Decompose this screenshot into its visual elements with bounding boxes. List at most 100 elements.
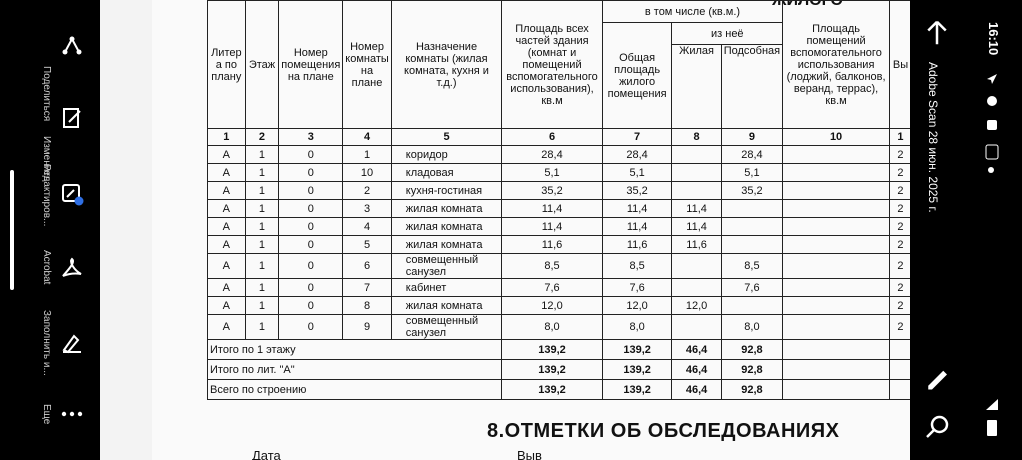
table-cell: 11,4	[671, 199, 722, 218]
table-cell: 2	[888, 296, 910, 315]
table-cell: А	[207, 145, 246, 164]
table-cell: 7,6	[720, 278, 784, 297]
header-purpose: Назначение комнаты (жилая комната, кухня…	[390, 0, 503, 129]
total-cell: 139,2	[601, 379, 673, 400]
bottom-conclusion-fragment: Выв	[517, 448, 542, 460]
table-cell: А	[207, 163, 246, 182]
table-cell	[782, 296, 890, 315]
col-num: 3	[278, 128, 344, 146]
table-cell: 2	[888, 314, 910, 340]
table-cell	[671, 163, 722, 182]
table-cell	[720, 235, 784, 254]
table-cell: 4	[342, 217, 392, 236]
wifi-icon	[986, 399, 998, 410]
back-arrow-icon[interactable]	[922, 18, 952, 48]
table-cell: А	[207, 253, 246, 279]
status-bar: 16:10	[975, 0, 1022, 460]
table-cell: 5,1	[601, 163, 673, 182]
total-cell	[888, 339, 910, 360]
table-cell: кабинет	[390, 278, 503, 297]
total-cell	[782, 339, 890, 360]
table-row: А 1 0 2 кухня-гостиная 35,2 35,2 35,2 2	[207, 181, 910, 200]
table-cell: А	[207, 199, 246, 218]
table-cell: 11,6	[671, 235, 722, 254]
total-cell	[888, 379, 910, 400]
header-extra: Вы	[888, 0, 910, 129]
table-cell: А	[207, 278, 246, 297]
total-cell	[782, 359, 890, 380]
table-cell	[782, 253, 890, 279]
table-cell	[782, 314, 890, 340]
table-cell: 1	[244, 235, 280, 254]
total-cell	[888, 359, 910, 380]
table-cell	[782, 278, 890, 297]
table-cell: 12,0	[601, 296, 673, 315]
table-cell: 8,5	[501, 253, 603, 279]
table-cell: 0	[278, 278, 344, 297]
table-cell: 2	[888, 278, 910, 297]
header-aux-rooms: Площадь помещений вспомогательного испол…	[782, 0, 890, 129]
table-cell: 28,4	[720, 145, 784, 164]
table-cell: 2	[888, 199, 910, 218]
total-row: Всего по строению 139,2 139,2 46,4 92,8	[206, 379, 910, 400]
table-cell: 11,4	[601, 199, 673, 218]
table-cell	[671, 253, 722, 279]
table-cell	[671, 181, 722, 200]
table-cell: кладовая	[390, 163, 503, 182]
table-cell: коридор	[390, 145, 503, 164]
search-icon[interactable]	[922, 412, 952, 442]
table-cell: 7,6	[501, 278, 603, 297]
total-label: Всего по строению	[206, 379, 503, 400]
notification-text: Adobe Scan 28 июн. 2025 г.	[926, 62, 940, 213]
table-cell: 1	[244, 278, 280, 297]
table-cell	[782, 235, 890, 254]
total-cell: 92,8	[720, 359, 784, 380]
col-num: 6	[501, 128, 603, 146]
table-row: А 1 0 4 жилая комната 11,4 11,4 11,4 2	[207, 217, 910, 236]
clock: 16:10	[986, 22, 1001, 56]
edit-pdf-label: Редактиров...	[41, 164, 52, 227]
bottom-date-fragment: Дата	[252, 448, 281, 460]
table-cell: 2	[888, 181, 910, 200]
table-cell: 1	[244, 217, 280, 236]
fill-sign-label: Заполнить и...	[41, 310, 52, 376]
table-cell: 0	[278, 235, 344, 254]
col-num: 9	[720, 128, 784, 146]
table-cell: 1	[244, 145, 280, 164]
table-cell	[782, 145, 890, 164]
table-cell: 2	[888, 217, 910, 236]
col-num: 4	[342, 128, 392, 146]
header-general: Общая площадь жилого помещения	[601, 22, 673, 129]
acrobat-icon	[62, 257, 82, 277]
pencil-icon[interactable]	[922, 362, 952, 392]
header-room: Номер комнаты на плане	[342, 0, 392, 129]
table-cell: А	[207, 181, 246, 200]
scroll-indicator[interactable]	[10, 170, 14, 290]
table-cell: 28,4	[601, 145, 673, 164]
table-cell: 0	[278, 253, 344, 279]
table-row: А 1 0 7 кабинет 7,6 7,6 7,6 2	[207, 278, 910, 297]
table-cell: жилая комната	[390, 296, 503, 315]
table-cell: 2	[342, 181, 392, 200]
app-badge-icon	[987, 120, 997, 130]
volte-icon	[985, 144, 999, 160]
edit-pdf-icon	[62, 184, 84, 206]
total-cell: 92,8	[720, 379, 784, 400]
scanned-page: ЖИЛОГО Литер а по плану Этаж Номер помещ…	[152, 0, 910, 460]
table-cell: 8,0	[501, 314, 603, 340]
table-cell: 11,4	[501, 199, 603, 218]
table-cell	[671, 145, 722, 164]
table-cell: 0	[278, 145, 344, 164]
table-cell: 1	[244, 199, 280, 218]
table-cell: 7,6	[601, 278, 673, 297]
table-cell	[671, 278, 722, 297]
table-cell: совмещенный санузел	[390, 253, 503, 279]
table-cell: А	[207, 296, 246, 315]
table-cell: 6	[342, 253, 392, 279]
header-living: Жилая	[671, 44, 722, 129]
more-label: Еще	[41, 404, 52, 425]
table-cell: 1	[342, 145, 392, 164]
table-cell: 35,2	[601, 181, 673, 200]
document-viewer[interactable]: ЖИЛОГО Литер а по плану Этаж Номер помещ…	[100, 0, 910, 460]
total-cell: 139,2	[601, 339, 673, 360]
